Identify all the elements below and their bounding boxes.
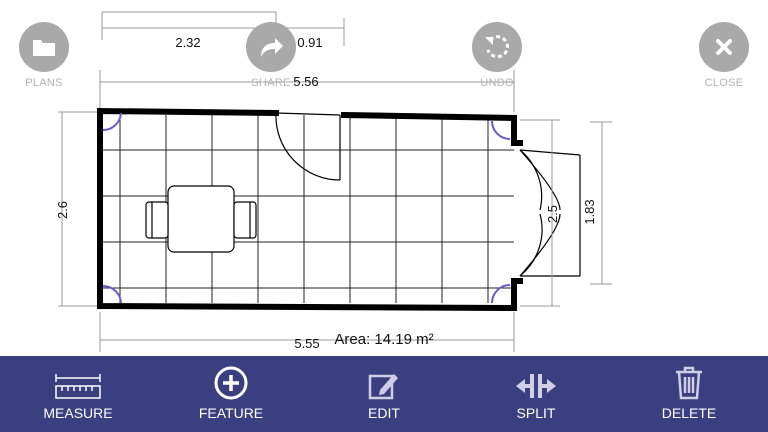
close-label: CLOSE [704,77,744,89]
close-icon [699,22,749,72]
add-circle-icon [171,356,291,400]
dim-bottom-width: 5.55 [294,336,319,351]
split-button[interactable]: SPLIT [476,356,596,432]
ruler-icon [18,356,138,400]
bottom-toolbar: MEASURE FEATURE EDIT SPLIT DELETE [0,356,768,432]
measure-label: MEASURE [43,405,113,421]
door-top[interactable] [275,112,341,181]
share-label: SHARE [251,77,291,89]
dim-door-height: 2.5 [545,205,560,223]
split-label: SPLIT [516,405,556,421]
undo-label: UNDO [480,77,514,89]
dim-top-right: 0.91 [297,35,322,50]
dim-left-height: 2.6 [55,201,70,219]
plans-button[interactable]: PLANS [14,22,74,89]
dim-door-opening: 1.83 [582,199,597,224]
dim-top-left: 2.32 [175,35,200,50]
close-button[interactable]: CLOSE [694,22,754,89]
edit-button[interactable]: EDIT [324,356,444,432]
delete-button[interactable]: DELETE [629,356,749,432]
area-label: Area: 14.19 m² [334,331,433,348]
measure-button[interactable]: MEASURE [18,356,138,432]
edit-icon [324,356,444,400]
undo-button[interactable]: UNDO [467,22,527,89]
undo-icon [472,22,522,72]
plans-label: PLANS [25,77,63,89]
door-jambs [511,140,523,284]
edit-label: EDIT [368,405,400,421]
trash-icon [629,356,749,400]
share-button[interactable]: SHARE [241,22,301,89]
split-icon [476,356,596,400]
feature-button[interactable]: FEATURE [171,356,291,432]
feature-label: FEATURE [198,405,264,421]
delete-label: DELETE [661,405,717,421]
share-arrow-icon [246,22,296,72]
folder-icon [19,22,69,72]
floor-plan-canvas[interactable]: 2.32 0.91 5.56 2.6 2.5 1.83 5.55 Area: 1… [0,0,768,356]
